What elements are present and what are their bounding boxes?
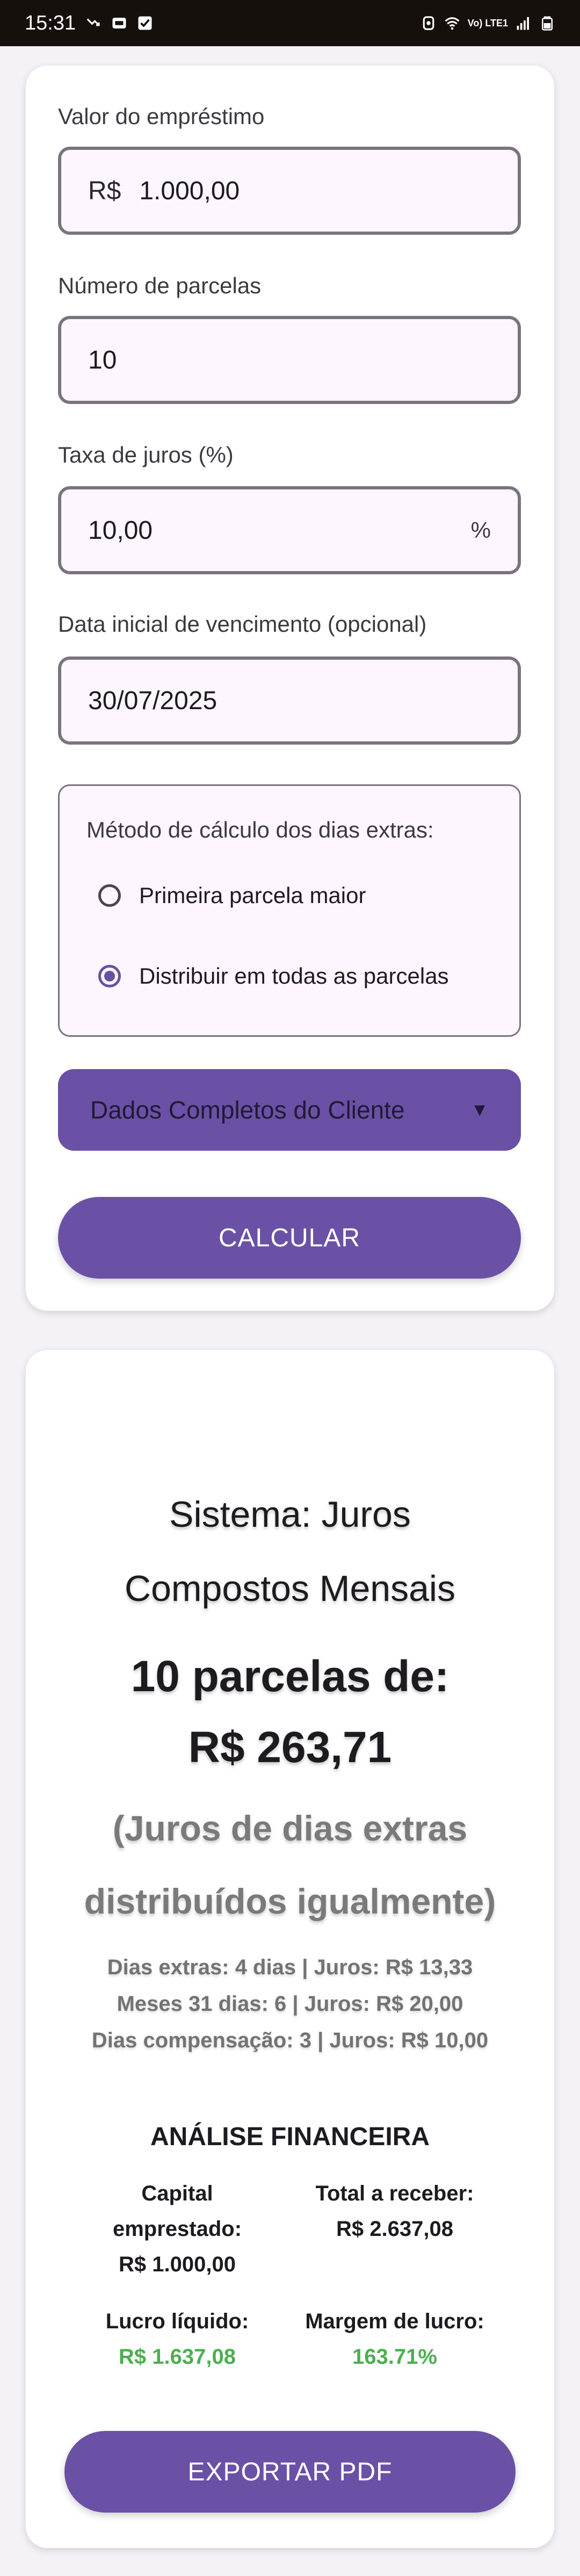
client-data-dropdown[interactable]: Dados Completos do Cliente ▼ <box>58 1069 521 1151</box>
radio-option-first-installment[interactable]: Primeira parcela maior <box>98 883 366 908</box>
capital-value: R$ 1.000,00 <box>119 2253 236 2276</box>
distribution-note: (Juros de dias extras distribuídos igual… <box>26 1792 554 1938</box>
total-label: Total a receber: <box>315 2182 474 2205</box>
notification-badge-icon <box>112 18 126 28</box>
alarm-icon <box>423 16 434 30</box>
profit-margin: Margem de lucro: 163.71% <box>282 2304 508 2375</box>
note-line: (Juros de dias extras <box>112 1808 468 1848</box>
interest-label: Taxa de juros (%) <box>58 442 234 467</box>
extra-days-method-group: Método de cálculo dos dias extras: Prime… <box>58 784 521 1037</box>
system-title-line: Compostos Mensais <box>124 1568 456 1609</box>
status-bar: 15:31 Vo) LTE1 <box>0 0 580 46</box>
financial-analysis-title: ANÁLISE FINANCEIRA <box>150 2123 430 2151</box>
margin-value: 163.71% <box>352 2345 437 2369</box>
signal-icon <box>517 17 529 30</box>
missed-call-icon <box>86 18 100 26</box>
installments-input[interactable]: 10 <box>58 316 521 404</box>
total-receivable: Total a receber: R$ 2.637,08 <box>282 2176 508 2247</box>
net-profit: Lucro líquido: R$ 1.637,08 <box>64 2304 290 2375</box>
detail-compensation-days: Dias compensação: 3 | Juros: R$ 10,00 <box>91 2029 489 2052</box>
system-title: Sistema: Juros Compostos Mensais <box>26 1477 554 1626</box>
export-pdf-button[interactable]: EXPORTAR PDF <box>64 2431 516 2513</box>
dropdown-label: Dados Completos do Cliente <box>90 1096 405 1124</box>
radio-option-distribute[interactable]: Distribuir em todas as parcelas <box>98 963 449 989</box>
start-date-input[interactable]: 30/07/2025 <box>58 656 521 745</box>
detail-extra-days: Dias extras: 4 dias | Juros: R$ 13,33 <box>107 1956 473 1979</box>
capital-label: Capital <box>141 2182 213 2205</box>
installments-label: Número de parcelas <box>58 273 262 298</box>
total-value: R$ 2.637,08 <box>336 2217 453 2241</box>
installment-summary: 10 parcelas de: R$ 263,71 <box>26 1641 554 1783</box>
capital-lent: Capital emprestado: R$ 1.000,00 <box>64 2176 290 2282</box>
radio-unchecked-icon[interactable] <box>98 884 121 907</box>
installment-amount: R$ 263,71 <box>188 1723 392 1772</box>
installments-value: 10 <box>88 345 117 374</box>
margin-label: Margem de lucro: <box>305 2310 484 2333</box>
status-time: 15:31 <box>25 11 76 34</box>
loan-value-text: 1.000,00 <box>139 176 240 205</box>
system-title-line: Sistema: Juros <box>169 1494 411 1535</box>
interest-input[interactable]: 10,00 % <box>58 486 521 574</box>
network-label: Vo) LTE1 <box>467 18 508 28</box>
installment-count: 10 parcelas de: <box>130 1652 450 1701</box>
method-title: Método de cálculo dos dias extras: <box>86 817 434 842</box>
note-line: distribuídos igualmente) <box>84 1881 496 1921</box>
radio-checked-icon[interactable] <box>98 965 121 987</box>
loan-value-label: Valor do empréstimo <box>58 104 265 129</box>
capital-label: emprestado: <box>112 2217 242 2241</box>
loan-value-input[interactable]: R$ 1.000,00 <box>58 147 521 235</box>
battery-icon <box>542 16 553 31</box>
radio-label: Distribuir em todas as parcelas <box>139 963 449 988</box>
percent-suffix: % <box>470 517 491 543</box>
chevron-down-icon: ▼ <box>470 1099 489 1120</box>
checkbox-icon <box>138 16 152 30</box>
radio-label: Primeira parcela maior <box>139 883 366 908</box>
start-date-label: Data inicial de vencimento (opcional) <box>58 611 427 637</box>
profit-label: Lucro líquido: <box>105 2310 249 2333</box>
profit-value: R$ 1.637,08 <box>119 2345 236 2369</box>
interest-value: 10,00 <box>88 516 153 545</box>
calculate-button[interactable]: CALCULAR <box>58 1197 521 1279</box>
start-date-value: 30/07/2025 <box>88 686 218 715</box>
detail-31-day-months: Meses 31 dias: 6 | Juros: R$ 20,00 <box>117 1992 463 2016</box>
wifi-icon <box>445 17 460 30</box>
currency-prefix: R$ <box>88 176 121 205</box>
